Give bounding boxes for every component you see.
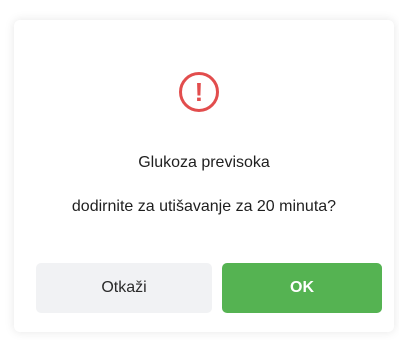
- cancel-button[interactable]: Otkaži: [36, 263, 212, 313]
- dialog-title: Glukoza previsoka: [138, 154, 270, 171]
- ok-button[interactable]: OK: [222, 263, 382, 313]
- alert-dialog: ! Glukoza previsoka dodirnite za utišava…: [14, 20, 394, 332]
- exclamation-glyph: !: [194, 77, 204, 107]
- cancel-button-label: Otkaži: [101, 279, 147, 296]
- alert-exclamation-icon: !: [179, 72, 219, 112]
- ok-button-label: OK: [290, 279, 314, 296]
- dialog-message: dodirnite za utišavanje za 20 minuta?: [71, 198, 337, 215]
